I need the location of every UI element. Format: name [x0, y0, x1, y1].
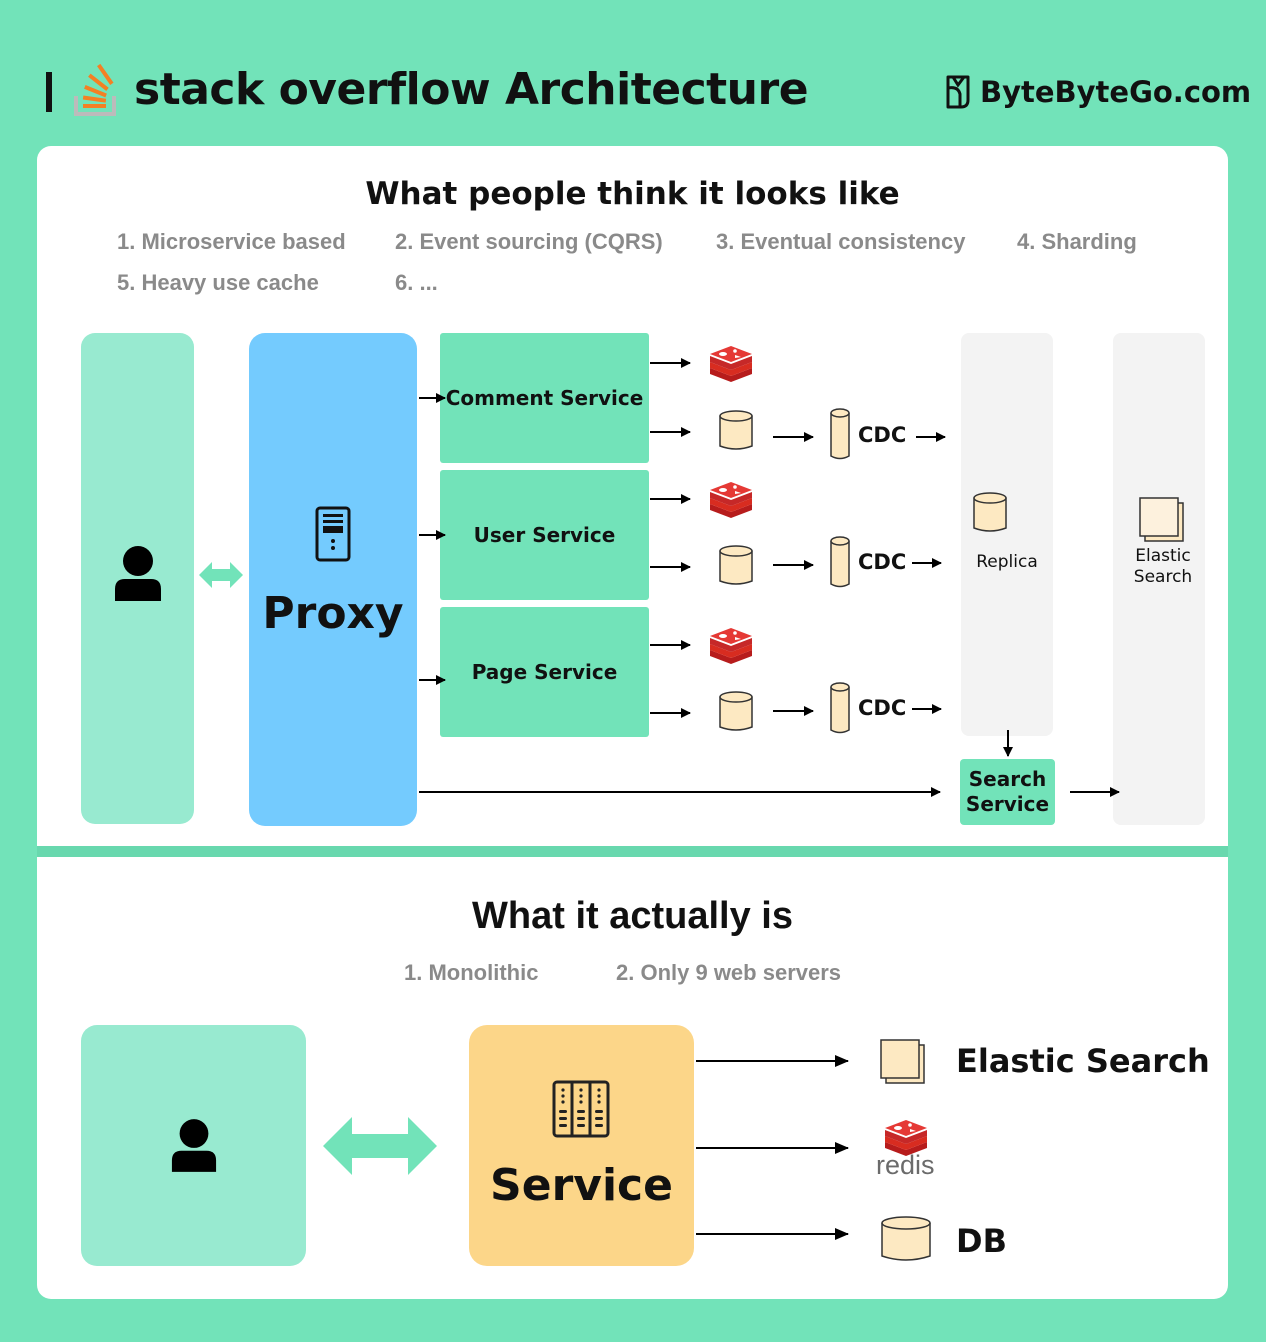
list-item: 1. Monolithic — [404, 960, 539, 985]
elastic-search-label: Elastic Search — [956, 1042, 1210, 1080]
elastic-search-icon — [880, 1039, 925, 1084]
database-icon — [881, 1216, 931, 1261]
cdc-label: CDC — [858, 423, 907, 447]
architecture-connectors — [419, 346, 1184, 797]
list-item: 2. Only 9 web servers — [616, 960, 842, 985]
elastic-label-line2: Search — [1133, 567, 1193, 587]
redis-label: redis — [876, 1150, 935, 1180]
redis-icon — [710, 482, 752, 518]
elastic-search-label: Elastic Search — [1113, 546, 1213, 588]
replica-db-icon — [973, 492, 1007, 532]
database-icon — [719, 545, 753, 585]
cdc-label: CDC — [858, 550, 907, 574]
elastic-search-icon — [1139, 497, 1184, 542]
redis-icon — [710, 628, 752, 664]
cdc-queue-icon — [830, 408, 850, 460]
section2-heading: What it actually is — [472, 895, 793, 937]
cdc-label: CDC — [858, 696, 907, 720]
search-service: Search Service — [960, 759, 1055, 825]
db-label: DB — [956, 1222, 1007, 1260]
search-service-line2: Service — [965, 792, 1050, 816]
replica-label: Replica — [976, 552, 1038, 572]
database-icon — [719, 691, 753, 731]
elastic-label-line1: Elastic — [1135, 546, 1191, 566]
redis-icon — [710, 346, 752, 382]
cdc-queue-icon — [830, 682, 850, 734]
search-service-line1: Search — [968, 767, 1047, 791]
cdc-queue-icon — [830, 536, 850, 588]
database-icon — [719, 410, 753, 450]
